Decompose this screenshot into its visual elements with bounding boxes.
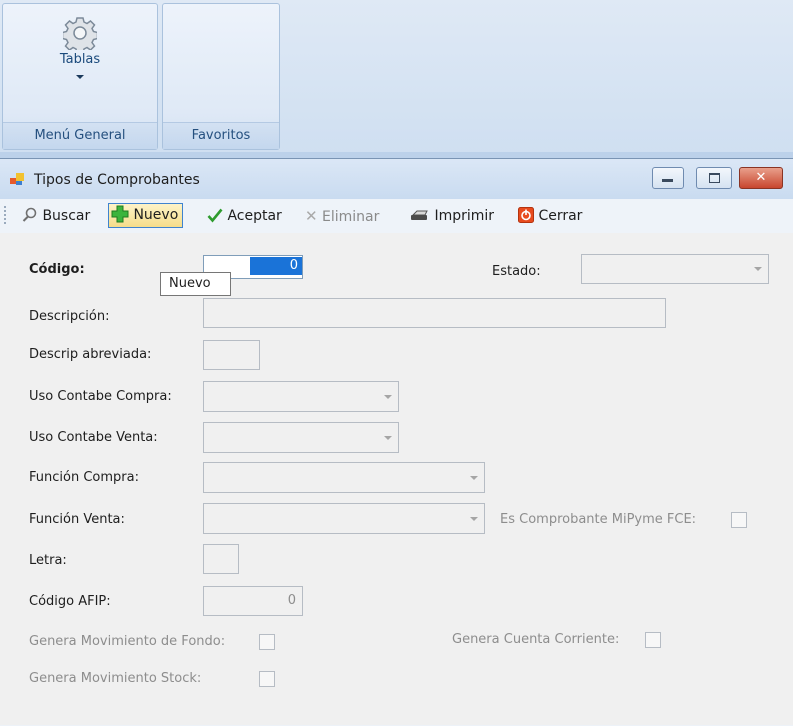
group-label-favoritos: Favoritos (163, 122, 279, 149)
codigo-value: 0 (250, 257, 302, 275)
search-button[interactable]: Buscar (22, 205, 90, 227)
ribbon-group-menu-general: Tablas Menú General (2, 3, 158, 150)
mipyme-checkbox[interactable] (731, 512, 747, 528)
descrip-abreviada-input[interactable] (203, 340, 260, 370)
codigo-label: Código: (29, 262, 85, 277)
uso-venta-label: Uso Contabe Venta: (29, 430, 158, 445)
new-button[interactable]: Nuevo (108, 203, 184, 228)
delete-label: Eliminar (322, 209, 380, 225)
minimize-icon (662, 179, 673, 182)
tooltip: Nuevo (160, 272, 231, 296)
dropdown-arrow-icon (470, 475, 478, 480)
letra-label: Letra: (29, 553, 67, 568)
printer-icon (411, 210, 428, 220)
search-label: Buscar (42, 208, 91, 224)
restore-button[interactable] (696, 167, 732, 189)
print-label: Imprimir (434, 208, 495, 224)
genera-cc-checkbox[interactable] (645, 632, 661, 648)
accept-label: Aceptar (227, 208, 282, 224)
genera-cc-label: Genera Cuenta Corriente: (452, 632, 620, 647)
search-icon (22, 207, 37, 222)
funcion-compra-select[interactable] (203, 462, 485, 493)
power-icon (518, 207, 534, 223)
minimize-button[interactable] (652, 167, 684, 189)
descrip-abreviada-label: Descrip abreviada: (29, 347, 152, 362)
genera-stock-label: Genera Movimiento Stock: (29, 671, 202, 686)
close-form-label: Cerrar (538, 208, 583, 224)
close-icon: ✕ (755, 170, 767, 185)
funcion-venta-label: Función Venta: (29, 512, 125, 527)
print-button[interactable]: Imprimir (410, 205, 494, 227)
funcion-compra-label: Función Compra: (29, 470, 139, 485)
close-button[interactable]: ✕ (739, 167, 783, 189)
codigo-afip-input[interactable]: 0 (203, 586, 303, 616)
estado-label: Estado: (492, 264, 541, 279)
check-icon (207, 208, 223, 223)
accept-button[interactable]: Aceptar (207, 205, 282, 227)
gear-icon (63, 17, 97, 50)
dropdown-arrow-icon (470, 516, 478, 521)
genera-fondo-label: Genera Movimiento de Fondo: (29, 634, 226, 649)
codigo-afip-label: Código AFIP: (29, 594, 111, 609)
form-app-icon (10, 173, 24, 185)
uso-compra-label: Uso Contabe Compra: (29, 389, 172, 404)
genera-fondo-checkbox[interactable] (259, 634, 275, 650)
tablas-button[interactable]: Tablas (3, 10, 157, 110)
window-title: Tipos de Comprobantes (34, 172, 200, 188)
genera-stock-checkbox[interactable] (259, 671, 275, 687)
restore-icon (709, 173, 720, 183)
codigo-afip-value: 0 (287, 593, 296, 608)
group-label-menu-general: Menú General (3, 122, 157, 149)
new-label: Nuevo (133, 207, 179, 223)
close-form-button[interactable]: Cerrar (518, 205, 582, 227)
delete-icon: ✕ (305, 207, 318, 225)
toolbar-grip[interactable] (4, 206, 8, 224)
dropdown-arrow-icon (384, 435, 392, 440)
funcion-venta-select[interactable] (203, 503, 485, 534)
mipyme-label: Es Comprobante MiPyme FCE: (500, 512, 697, 527)
dropdown-arrow-icon (754, 267, 762, 271)
estado-select[interactable] (581, 254, 769, 284)
ribbon-group-favoritos: Favoritos (162, 3, 280, 150)
descripcion-input[interactable] (203, 298, 666, 328)
tablas-label: Tablas (59, 52, 101, 67)
descripcion-label: Descripción: (29, 309, 110, 324)
letra-input[interactable] (203, 544, 239, 574)
chevron-down-icon (76, 75, 84, 79)
dropdown-arrow-icon (384, 394, 392, 399)
uso-compra-select[interactable] (203, 381, 399, 412)
uso-venta-select[interactable] (203, 422, 399, 453)
delete-button[interactable]: ✕ Eliminar (305, 205, 379, 227)
plus-icon (111, 205, 129, 223)
